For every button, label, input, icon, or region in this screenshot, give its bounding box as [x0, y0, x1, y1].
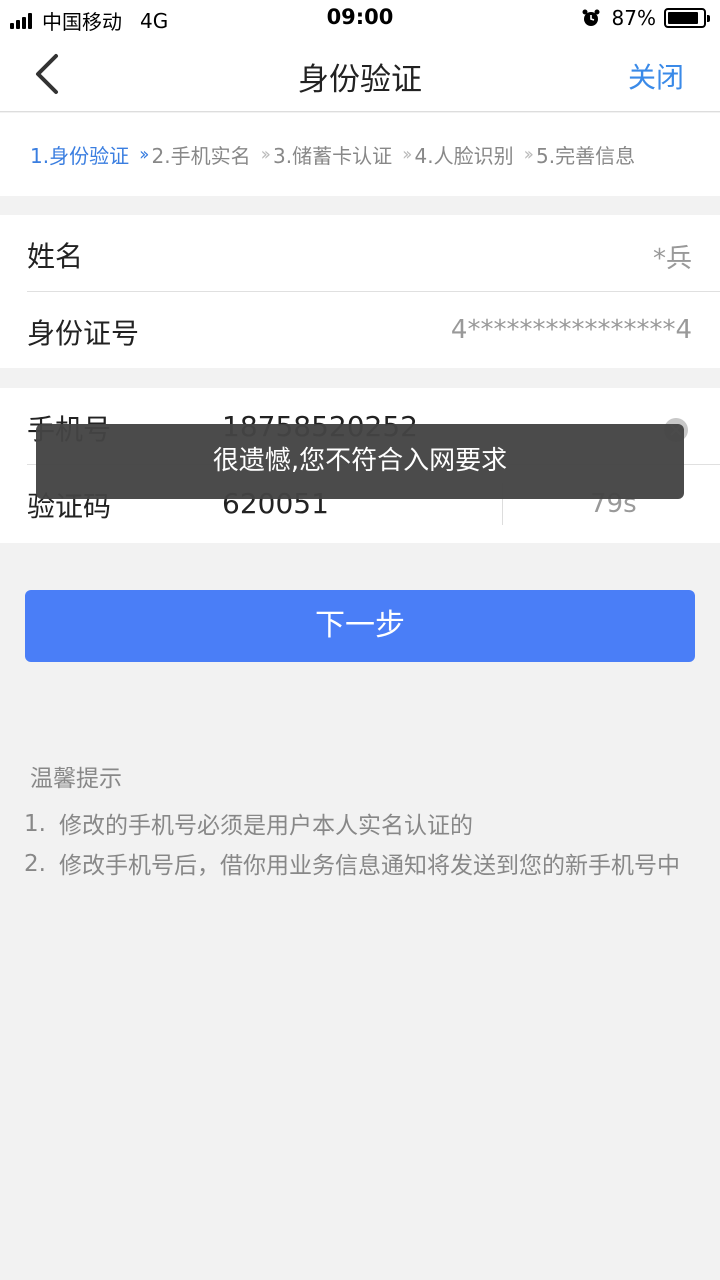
tip-text: 修改手机号后，借你用业务信息通知将发送到您的新手机号中	[59, 853, 680, 879]
id-value: 4****************4	[450, 315, 692, 345]
id-label: 身份证号	[27, 317, 140, 350]
chevron-double-right-icon: ››	[402, 144, 413, 165]
name-label: 姓名	[27, 240, 84, 273]
tips-title: 温馨提示	[30, 766, 122, 792]
identity-section: 姓名 *兵 身份证号 4****************4	[0, 215, 720, 368]
next-button[interactable]: 下一步	[25, 590, 695, 662]
alarm-icon	[582, 9, 600, 26]
step-item: 4.人脸识别	[414, 144, 514, 168]
tip-number: 1.	[24, 811, 46, 837]
step-progress: 1.身份验证 ›› 2.手机实名 ›› 3.储蓄卡认证 ›› 4.人脸识别 ›› 5.完善信息	[0, 113, 720, 196]
close-button[interactable]: 关闭	[628, 56, 684, 96]
battery-fill	[668, 12, 698, 24]
name-row: 姓名 *兵	[0, 215, 720, 292]
page-title: 身份验证	[298, 62, 422, 98]
toast-message: 很遗憾,您不符合入网要求	[36, 424, 684, 499]
id-row: 身份证号 4****************4	[0, 292, 720, 369]
name-value: *兵	[652, 244, 692, 274]
chevron-double-right-icon: ››	[260, 144, 272, 165]
nav-bar: 身份验证 关闭	[0, 36, 720, 112]
battery-percent: 87%	[611, 6, 656, 30]
status-bar: 中国移动 4G 09:00 87%	[0, 0, 720, 36]
status-right: 87%	[582, 6, 710, 30]
battery-icon	[664, 8, 710, 28]
tip-number: 2.	[24, 851, 46, 877]
chevron-double-right-icon: ››	[523, 144, 535, 165]
step-item: 5.完善信息	[536, 144, 636, 168]
step-item: 1.身份验证	[30, 144, 130, 168]
step-item: 2.手机实名	[151, 144, 251, 168]
step-item: 3.储蓄卡认证	[273, 144, 393, 168]
chevron-double-right-icon: ››	[139, 144, 150, 165]
